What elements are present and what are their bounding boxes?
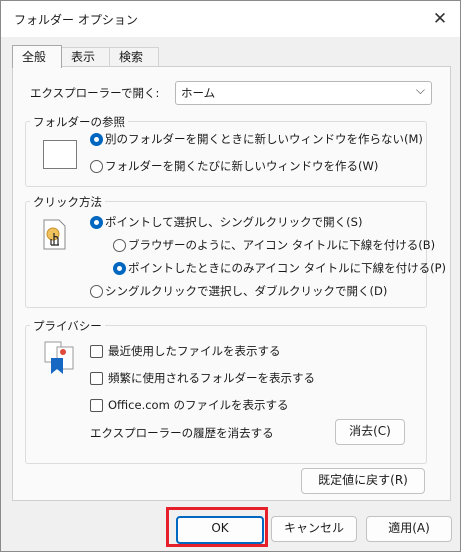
ok-highlight-box	[166, 507, 268, 547]
radio-same-window-label: 別のフォルダーを開くときに新しいウィンドウを作らない(M)	[105, 132, 423, 146]
browse-folders-title: フォルダーの参照	[30, 114, 128, 130]
tab-general[interactable]: 全般	[12, 45, 62, 68]
radio-double-click[interactable]	[90, 285, 103, 298]
radio-single-click-label: ポイントして選択し、シングルクリックで開く(S)	[105, 215, 363, 229]
folder-options-dialog: フォルダー オプション ✕ 全般 表示 検索 エクスプローラーで開く: ホーム …	[0, 0, 461, 552]
radio-underline-point-label: ポイントしたときにのみアイコン タイトルに下線を付ける(P)	[128, 261, 446, 275]
checkbox-recent-files[interactable]	[90, 345, 103, 358]
checkbox-office-files-label: Office.com のファイルを表示する	[108, 398, 289, 412]
open-in-dropdown[interactable]: ホーム ⌵	[175, 81, 432, 105]
window-title: フォルダー オプション	[14, 13, 138, 27]
radio-new-window-label: フォルダーを開くたびに新しいウィンドウを作る(W)	[105, 159, 379, 173]
clear-history-label: エクスプローラーの履歴を消去する	[90, 426, 274, 440]
title-bar: フォルダー オプション ✕	[1, 1, 460, 37]
clear-history-button[interactable]: 消去(C)	[335, 419, 405, 445]
click-items-group: クリック方法 ポイントして選択し、シングルクリックで開く(S) ブラウザーのよう…	[25, 194, 446, 308]
tab-view[interactable]: 表示	[61, 47, 111, 67]
radio-single-click[interactable]	[90, 216, 103, 229]
radio-underline-browser-label: ブラウザーのように、アイコン タイトルに下線を付ける(B)	[128, 238, 436, 252]
open-in-label: エクスプローラーで開く:	[30, 86, 160, 100]
open-in-value: ホーム	[181, 86, 216, 100]
checkbox-recent-files-label: 最近使用したファイルを表示する	[108, 344, 281, 358]
radio-double-click-label: シングルクリックで選択し、ダブルクリックで開く(D)	[105, 284, 388, 298]
radio-new-window[interactable]	[90, 160, 103, 173]
click-pointer-icon	[43, 219, 66, 250]
privacy-title: プライバシー	[30, 318, 105, 334]
privacy-documents-icon	[44, 341, 74, 374]
checkbox-frequent-folders-label: 頻繁に使用されるフォルダーを表示する	[108, 371, 315, 385]
apply-button[interactable]: 適用(A)	[366, 516, 452, 542]
privacy-group: プライバシー 最近使用したファイルを表示する 頻繁に使用されるフォルダーを表示す…	[25, 318, 427, 464]
radio-same-window[interactable]	[90, 133, 103, 146]
window-preview-icon	[43, 140, 77, 169]
browse-folders-group: フォルダーの参照 別のフォルダーを開くときに新しいウィンドウを作らない(M) フ…	[25, 114, 427, 187]
restore-defaults-button[interactable]: 既定値に戻す(R)	[301, 468, 425, 494]
tab-search[interactable]: 検索	[109, 47, 159, 67]
cancel-button[interactable]: キャンセル	[271, 516, 357, 542]
general-tab-panel: エクスプローラーで開く: ホーム ⌵ フォルダーの参照 別のフォルダーを開くとき…	[12, 66, 451, 501]
radio-underline-point[interactable]	[113, 262, 126, 275]
close-icon[interactable]: ✕	[425, 4, 455, 34]
checkbox-frequent-folders[interactable]	[90, 372, 103, 385]
checkbox-office-files[interactable]	[90, 399, 103, 412]
chevron-down-icon: ⌵	[415, 83, 425, 97]
click-items-title: クリック方法	[30, 194, 105, 210]
radio-underline-browser[interactable]	[113, 239, 126, 252]
